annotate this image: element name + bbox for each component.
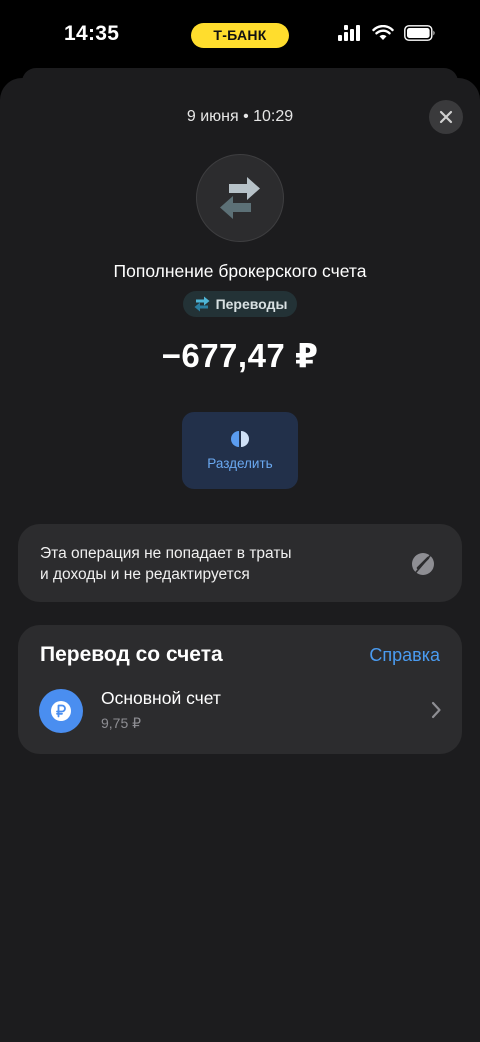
bank-badge[interactable]: Т-БАНК [191, 23, 289, 48]
split-icon [231, 431, 249, 447]
battery-icon [404, 25, 436, 46]
category-chip[interactable]: Переводы [183, 291, 297, 317]
help-link[interactable]: Справка [369, 645, 440, 666]
transfer-card: Перевод со счета Справка Основной счет 9… [18, 625, 462, 754]
operation-title: Пополнение брокерского счета [113, 261, 367, 281]
notice-text: Эта операция не попадает в траты и доход… [40, 543, 292, 585]
wifi-icon [372, 24, 394, 46]
transfer-title: Перевод со счета [40, 643, 223, 666]
operation-icon [196, 154, 284, 242]
operation-sheet: 9 июня • 10:29 Пополнение брокерского сч… [0, 78, 480, 1042]
split-button[interactable]: Разделить [182, 412, 298, 489]
screen: 14:35 Т-БАНК 9 июня • 10:29 Пополнение б… [0, 0, 480, 1042]
account-avatar [39, 689, 83, 733]
signal-icon [338, 25, 362, 46]
status-icons [338, 24, 436, 46]
close-button[interactable] [429, 100, 463, 134]
status-time: 14:35 [64, 22, 120, 45]
transfer-arrows-icon [220, 177, 260, 219]
close-icon [439, 110, 453, 124]
operation-datetime: 9 июня • 10:29 [186, 108, 294, 125]
notice-line-1: Эта операция не попадает в траты [40, 545, 292, 562]
ruble-icon [51, 701, 71, 721]
transfer-arrows-icon [194, 296, 210, 312]
account-row[interactable]: Основной счет 9,75 ₽ [18, 685, 462, 743]
category-label: Переводы [215, 296, 288, 312]
account-name: Основной счет [101, 688, 221, 708]
no-edit-icon [410, 551, 436, 582]
account-balance: 9,75 ₽ [101, 715, 142, 731]
split-label: Разделить [207, 456, 273, 471]
operation-amount: −677,47 ₽ [161, 337, 319, 374]
chevron-right-icon [430, 701, 442, 724]
notice-card: Эта операция не попадает в траты и доход… [18, 524, 462, 602]
status-bar: 14:35 Т-БАНК [0, 0, 480, 70]
notice-line-2: и доходы и не редактируется [40, 566, 250, 583]
